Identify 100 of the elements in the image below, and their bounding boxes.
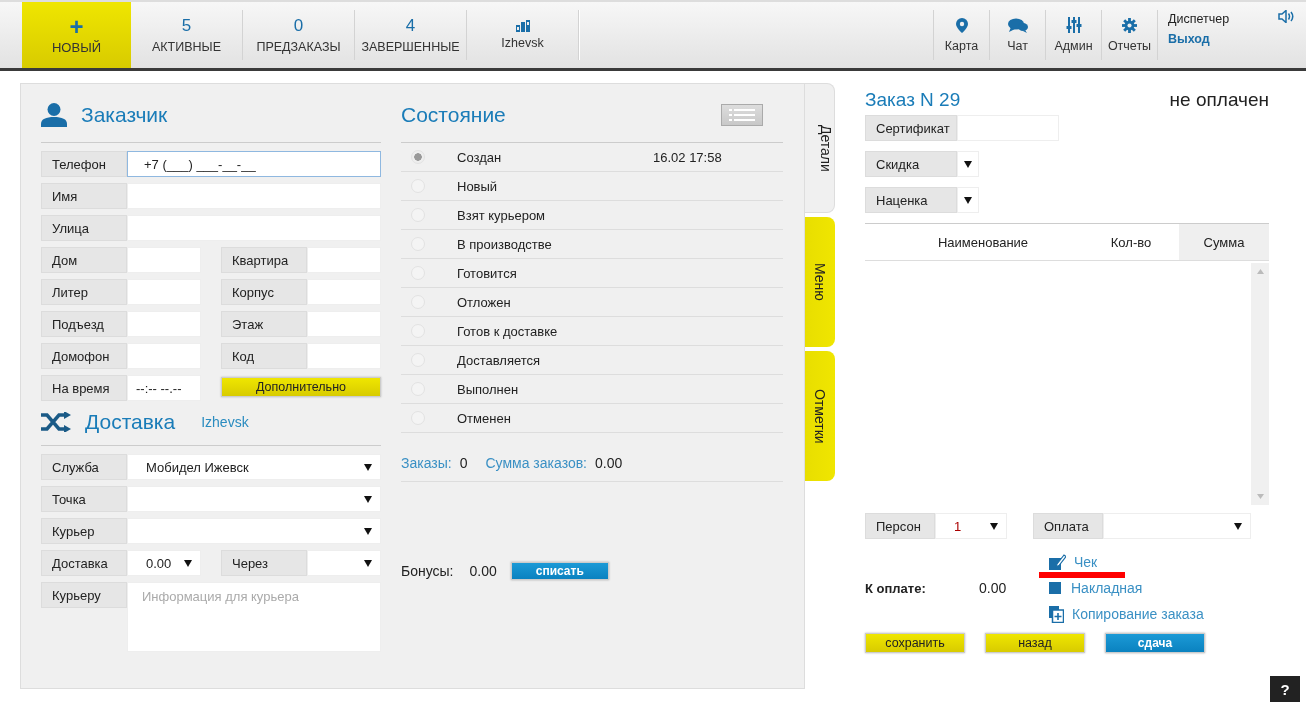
person-icon — [41, 103, 67, 127]
nav-tab[interactable]: 5 АКТИВНЫЕ — [131, 10, 243, 60]
field-label: Подъезд — [41, 311, 127, 337]
total-label: К оплате: — [865, 580, 927, 596]
input-field[interactable] — [127, 279, 201, 305]
status-option[interactable]: Готов к доставке — [401, 317, 783, 346]
document-link[interactable]: Чек — [1049, 552, 1204, 572]
caret-icon — [364, 495, 372, 503]
section-title: Заказчик — [81, 103, 168, 127]
column-header[interactable]: Кол-во — [1083, 224, 1179, 260]
caret-icon — [364, 527, 372, 535]
bonus-label: Бонусы: — [401, 563, 454, 579]
input-field[interactable] — [127, 311, 201, 337]
caret-icon — [184, 559, 192, 567]
status-option[interactable]: Отменен — [401, 404, 783, 433]
more-button[interactable]: Дополнительно — [221, 377, 381, 397]
radio-button[interactable] — [411, 150, 425, 164]
new-order-button[interactable]: + НОВЫЙ — [22, 2, 131, 68]
status-option[interactable]: Новый — [401, 172, 783, 201]
field-label: Домофон — [41, 343, 127, 369]
select-field[interactable] — [127, 486, 381, 512]
field-label: Литер — [41, 279, 127, 305]
logout-link[interactable]: Выход — [1168, 32, 1278, 46]
input-field[interactable] — [307, 343, 381, 369]
speaker-icon[interactable] — [1278, 10, 1294, 23]
select-field[interactable]: Мобидел Ижевск — [127, 454, 381, 480]
edit-icon — [1049, 554, 1066, 570]
column-header[interactable]: Сумма — [1179, 224, 1269, 260]
field-label: Скидка — [865, 151, 957, 177]
chat-icon — [1007, 17, 1028, 33]
status-option[interactable]: Взят курьером — [401, 201, 783, 230]
toolbar-button[interactable]: Карта — [933, 10, 989, 60]
list-icon — [729, 109, 755, 121]
field-label: Курьеру — [41, 582, 127, 608]
side-tab[interactable]: Детали — [805, 83, 835, 213]
city-button[interactable]: Izhevsk — [467, 10, 579, 60]
input-field[interactable] — [127, 215, 381, 241]
action-button[interactable]: назад — [985, 633, 1085, 653]
input-field[interactable] — [307, 311, 381, 337]
status-option[interactable]: В производстве — [401, 230, 783, 259]
status-option[interactable]: Отложен — [401, 288, 783, 317]
caret-icon — [364, 463, 372, 471]
nav-tab[interactable]: 4 ЗАВЕРШЕННЫЕ — [355, 10, 467, 60]
field-label: Код — [221, 343, 307, 369]
scroll-up-icon[interactable] — [1256, 269, 1264, 274]
status-option[interactable]: Готовится — [401, 259, 783, 288]
summary-label: Заказы: — [401, 455, 452, 471]
toolbar-button[interactable]: Админ — [1045, 10, 1101, 60]
section-title: Состояние — [401, 103, 506, 127]
status-option[interactable]: Выполнен — [401, 375, 783, 404]
input-field[interactable]: --:-- --.-- — [127, 375, 201, 401]
toolbar-button[interactable]: Отчеты — [1101, 10, 1157, 60]
side-tab[interactable]: Отметки — [805, 351, 835, 481]
field-label: Доставка — [41, 550, 127, 576]
input-field[interactable] — [127, 183, 381, 209]
field-label: Корпус — [221, 279, 307, 305]
field-label: На время — [41, 375, 127, 401]
field-label: Оплата — [1033, 513, 1103, 539]
document-link[interactable]: Накладная — [1049, 578, 1204, 598]
field-label: Курьер — [41, 518, 127, 544]
select-field[interactable] — [957, 187, 979, 213]
select-field[interactable]: 1 — [935, 513, 1007, 539]
shuffle-icon — [41, 412, 71, 432]
caret-icon — [990, 522, 998, 530]
action-button[interactable]: сохранить — [865, 633, 965, 653]
sliders-icon — [1065, 17, 1082, 33]
list-button[interactable] — [721, 104, 763, 126]
side-tab[interactable]: Меню — [805, 217, 835, 347]
toolbar-button[interactable]: Чат — [989, 10, 1045, 60]
scrollbar[interactable] — [1251, 263, 1269, 505]
document-icon — [1049, 582, 1063, 594]
scroll-down-icon[interactable] — [1256, 494, 1264, 499]
caret-icon — [1234, 522, 1242, 530]
select-field[interactable] — [307, 550, 381, 576]
column-header[interactable]: Наименование — [865, 224, 1083, 260]
status-option[interactable]: Доставляется — [401, 346, 783, 375]
section-title: Доставка — [85, 410, 176, 434]
caret-icon — [964, 160, 972, 168]
write-off-button[interactable]: списать — [510, 562, 609, 580]
help-button[interactable]: ? — [1270, 676, 1300, 702]
input-field[interactable] — [127, 247, 201, 273]
field-label: Дом — [41, 247, 127, 273]
copy-icon — [1049, 605, 1064, 623]
select-field[interactable]: 0.00 — [127, 550, 201, 576]
document-link[interactable]: Копирование заказа — [1049, 604, 1204, 624]
input-field[interactable] — [957, 115, 1059, 141]
input-field[interactable] — [127, 343, 201, 369]
field-label: Телефон — [41, 151, 127, 177]
nav-tab[interactable]: 0 ПРЕДЗАКАЗЫ — [243, 10, 355, 60]
input-field[interactable]: +7 (___) ___-__-__ — [127, 151, 381, 177]
field-label: Квартира — [221, 247, 307, 273]
select-field[interactable] — [127, 518, 381, 544]
select-field[interactable] — [1103, 513, 1251, 539]
field-label: Наценка — [865, 187, 957, 213]
input-field[interactable] — [307, 279, 381, 305]
input-field[interactable] — [307, 247, 381, 273]
summary-value: 0.00 — [595, 455, 623, 471]
status-option[interactable]: Создан 16.02 17:58 — [401, 143, 783, 172]
select-field[interactable] — [957, 151, 979, 177]
action-button[interactable]: сдача — [1105, 633, 1205, 653]
